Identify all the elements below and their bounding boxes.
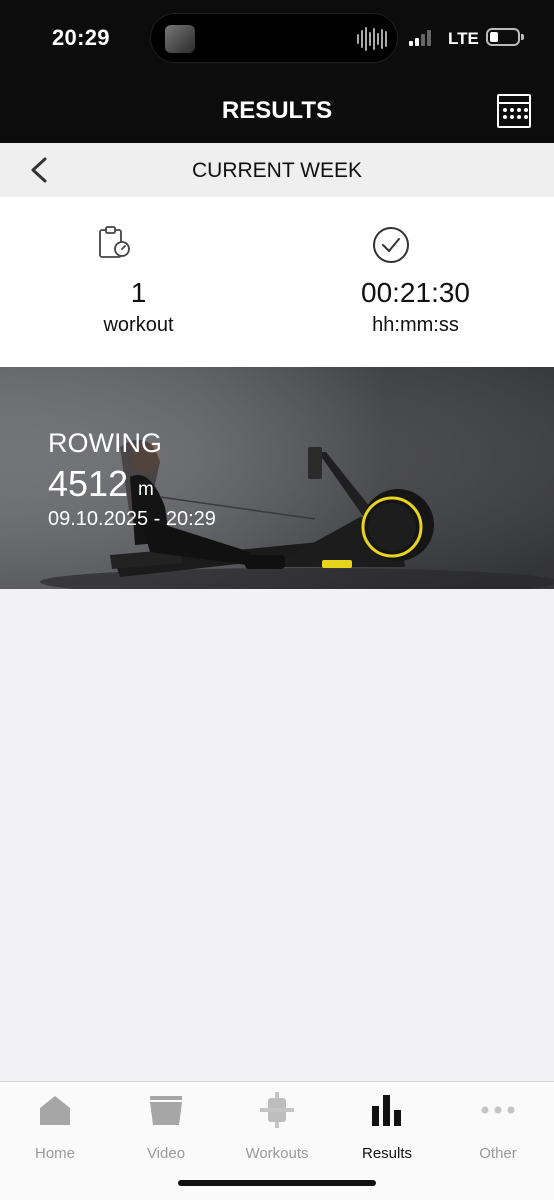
battery-icon xyxy=(486,28,524,46)
video-icon xyxy=(148,1092,184,1128)
app-header: 20:29 LTE RESULTS xyxy=(0,0,554,143)
tab-label: Other xyxy=(479,1145,517,1162)
workout-type: ROWING xyxy=(48,428,162,458)
tab-label: Video xyxy=(146,1145,186,1162)
tab-label: Home xyxy=(34,1145,75,1162)
tab-results[interactable]: Results xyxy=(332,1092,442,1162)
workout-datetime: 09.10.2025 - 20:29 xyxy=(48,508,216,530)
stats-summary: 1 workout 00:21:30 hh:mm:ss xyxy=(0,197,554,367)
clipboard-timer-icon xyxy=(97,225,133,266)
page-title: RESULTS xyxy=(221,97,333,124)
period-title: CURRENT WEEK xyxy=(192,159,362,182)
clock-check-icon xyxy=(371,225,411,270)
tab-label: Workouts xyxy=(245,1145,309,1162)
workout-count: 1 xyxy=(130,277,147,308)
duration-value: 00:21:30 xyxy=(361,277,470,308)
tab-other[interactable]: Other xyxy=(443,1092,553,1162)
now-playing-thumbnail xyxy=(165,25,195,53)
more-dots-icon xyxy=(480,1092,516,1128)
signal-icon xyxy=(409,30,431,46)
bar-chart-icon xyxy=(369,1092,405,1128)
tab-video[interactable]: Video xyxy=(111,1092,221,1162)
dumbbell-icon xyxy=(259,1092,295,1128)
network-type: LTE xyxy=(448,29,479,48)
tab-label: Results xyxy=(361,1145,413,1162)
tab-workouts[interactable]: Workouts xyxy=(222,1092,332,1162)
tab-home[interactable]: Home xyxy=(0,1092,110,1162)
week-navigation: CURRENT WEEK xyxy=(0,143,554,197)
workout-distance-unit: m xyxy=(138,479,154,500)
dynamic-island[interactable] xyxy=(150,13,398,63)
status-time: 20:29 xyxy=(52,25,110,50)
workout-result-card[interactable]: ROWING 4512 m 09.10.2025 - 20:29 xyxy=(0,367,554,589)
home-indicator[interactable] xyxy=(178,1180,376,1186)
workout-count-unit: workout xyxy=(103,314,174,336)
workout-distance: 4512 xyxy=(48,463,129,504)
duration-unit: hh:mm:ss xyxy=(372,314,459,336)
calendar-icon[interactable] xyxy=(497,94,531,128)
audio-wave-icon xyxy=(357,27,387,51)
home-icon xyxy=(37,1092,73,1128)
